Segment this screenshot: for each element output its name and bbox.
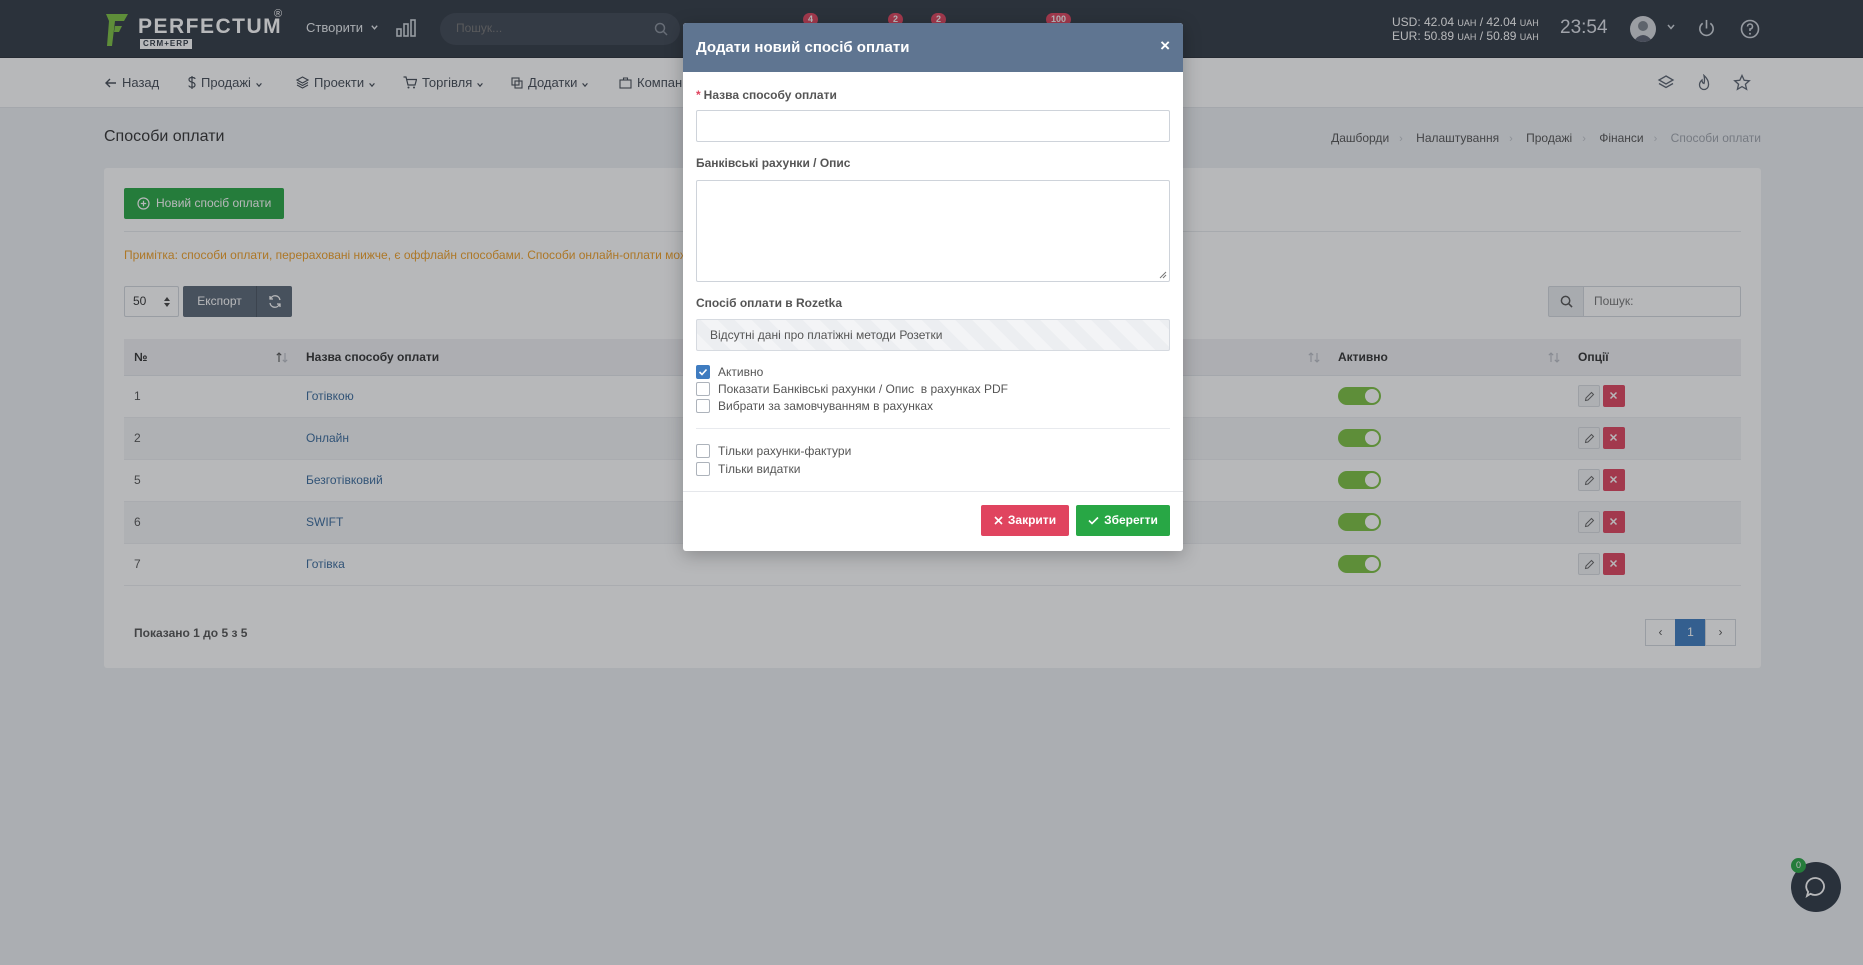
checkbox[interactable] <box>696 462 710 476</box>
resize-handle-icon[interactable] <box>1159 271 1167 279</box>
checkbox[interactable] <box>696 444 710 458</box>
checkbox[interactable] <box>696 382 710 396</box>
checkbox-expenses-only[interactable]: Тільки видатки <box>696 462 800 477</box>
dialog-footer-divider <box>683 491 1183 492</box>
save-button[interactable]: Зберегти <box>1076 505 1170 536</box>
checkbox-default-invoices[interactable]: Вибрати за замовчуванням в рахунках <box>696 399 933 414</box>
bank-accounts-textarea[interactable] <box>696 180 1170 282</box>
checkbox-show-bank-pdf[interactable]: Показати Банківські рахунки / Опис в рах… <box>696 382 1008 397</box>
check-icon <box>698 368 708 376</box>
close-icon[interactable]: × <box>1160 37 1170 54</box>
close-button[interactable]: Закрити <box>981 505 1069 536</box>
dialog-title: Додати новий спосіб оплати <box>696 39 910 56</box>
rozetka-select[interactable]: Відсутні дані про платіжні методи Розетк… <box>696 319 1170 351</box>
add-payment-method-dialog: Додати новий спосіб оплати × * Назва спос… <box>683 23 1183 551</box>
payment-name-input[interactable] <box>696 110 1170 142</box>
divider <box>696 428 1170 429</box>
name-label: * Назва способу оплати <box>696 88 837 102</box>
checkbox[interactable] <box>696 365 710 379</box>
bank-accounts-label: Банківські рахунки / Опис <box>696 156 851 170</box>
check-icon <box>1088 516 1099 525</box>
checkbox-active[interactable]: Активно <box>696 365 763 380</box>
rozetka-label: Спосіб оплати в Rozetka <box>696 296 843 310</box>
required-marker: * <box>696 88 701 102</box>
checkbox-invoices-only[interactable]: Тільки рахунки-фактури <box>696 444 851 459</box>
close-icon <box>994 516 1003 525</box>
checkbox[interactable] <box>696 399 710 413</box>
